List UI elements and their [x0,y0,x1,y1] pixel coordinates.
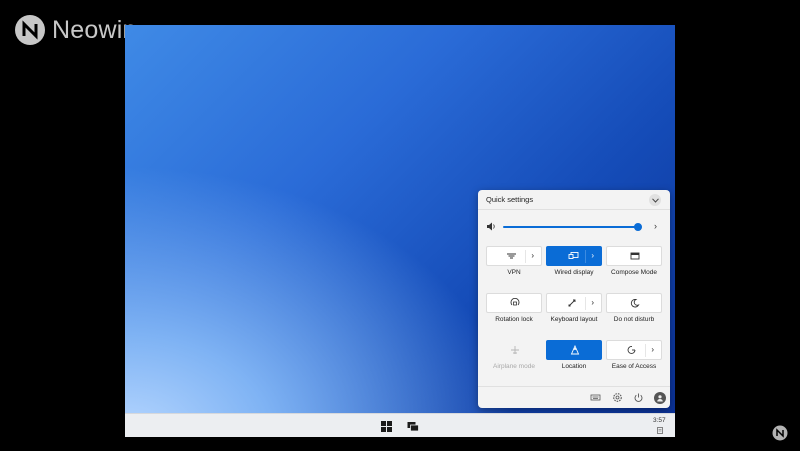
tile-compose-mode-label: Compose Mode [611,269,657,276]
location-icon [570,345,580,355]
desktop-screen: Quick settings › › VPN › Wired display C… [125,25,675,437]
power-icon[interactable] [633,392,644,403]
volume-slider-thumb[interactable] [633,223,642,231]
tile-do-not-disturb-label: Do not disturb [613,316,655,323]
ease-of-access-chevron-icon[interactable]: › [651,344,654,356]
neowin-logo-icon [15,15,45,45]
tile-location[interactable] [546,340,602,360]
rotation-lock-icon [510,298,520,306]
taskbar: 3:57 [125,413,675,437]
tile-wired-display[interactable]: › [546,246,602,266]
tile-do-not-disturb[interactable] [606,293,662,313]
vpn-chevron-icon[interactable]: › [531,250,534,262]
settings-icon[interactable] [612,392,623,403]
person-icon [657,395,663,402]
windows-start-icon[interactable] [381,421,392,432]
wired-display-icon [568,252,579,259]
speaker-icon[interactable] [486,221,497,232]
wired-display-chevron-icon[interactable]: › [591,250,594,262]
audio-output-chevron-icon[interactable]: › [654,221,657,231]
taskbar-clock[interactable]: 3:57 [653,417,666,424]
tile-keyboard-layout[interactable]: › [546,293,602,313]
tile-vpn[interactable]: › [486,246,542,266]
quick-settings-panel: Quick settings › › VPN › Wired display C… [478,190,670,408]
notification-icon[interactable] [657,427,663,434]
neowin-corner-logo-icon [772,425,788,441]
tile-ease-of-access[interactable]: › [606,340,662,360]
tile-airplane-mode[interactable] [486,340,542,360]
keyboard-layout-chevron-icon[interactable]: › [591,297,594,309]
tile-ease-of-access-label: Ease of Access [611,363,657,370]
user-avatar-icon[interactable] [654,392,666,404]
quick-settings-footer [478,386,670,409]
task-view-icon[interactable] [407,421,419,432]
compose-mode-icon [630,252,640,260]
keyboard-layout-icon [568,299,576,307]
watermark-brand-text: Neowin [52,15,137,44]
keyboard-icon[interactable] [590,392,601,403]
quick-settings-header: Quick settings [478,190,670,210]
quick-settings-title: Quick settings [486,195,534,204]
chevron-down-icon [651,197,659,203]
tile-rotation-lock[interactable] [486,293,542,313]
volume-row: › [478,217,670,237]
moon-icon [630,299,640,308]
ease-of-access-icon [627,346,636,354]
tile-compose-mode[interactable] [606,246,662,266]
vpn-icon [507,253,516,259]
neowin-watermark: Neowin [14,14,137,46]
volume-slider-track[interactable] [503,226,642,228]
airplane-icon [511,346,519,354]
collapse-button[interactable] [649,194,661,206]
